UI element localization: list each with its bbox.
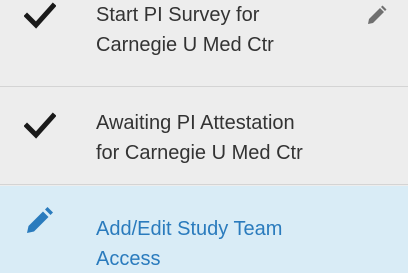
pencil-icon [364,4,388,28]
edit-step-button[interactable] [364,4,388,28]
step-start-pi-survey[interactable]: Start PI Survey for Carnegie U Med Ctr [0,0,408,87]
check-icon [24,110,56,142]
check-icon [24,0,56,32]
step-label-line: Start PI Survey for [96,4,260,26]
pencil-icon [24,204,56,236]
step-label-line: Add/Edit Study Team [96,218,283,240]
step-label: Awaiting PI Attestation for Carnegie U M… [96,108,356,168]
step-label-line: Carnegie U Med Ctr [96,34,274,56]
step-label-line: Awaiting PI Attestation [96,112,295,134]
step-add-edit-study-team-access[interactable]: Add/Edit Study Team Access [0,186,408,273]
workflow-steps-list: Start PI Survey for Carnegie U Med Ctr A… [0,0,408,273]
step-label-line: Access [96,248,161,270]
step-label-line: for Carnegie U Med Ctr [96,142,303,164]
step-label: Add/Edit Study Team Access [96,214,356,273]
step-awaiting-pi-attestation[interactable]: Awaiting PI Attestation for Carnegie U M… [0,88,408,185]
step-label: Start PI Survey for Carnegie U Med Ctr [96,0,356,60]
